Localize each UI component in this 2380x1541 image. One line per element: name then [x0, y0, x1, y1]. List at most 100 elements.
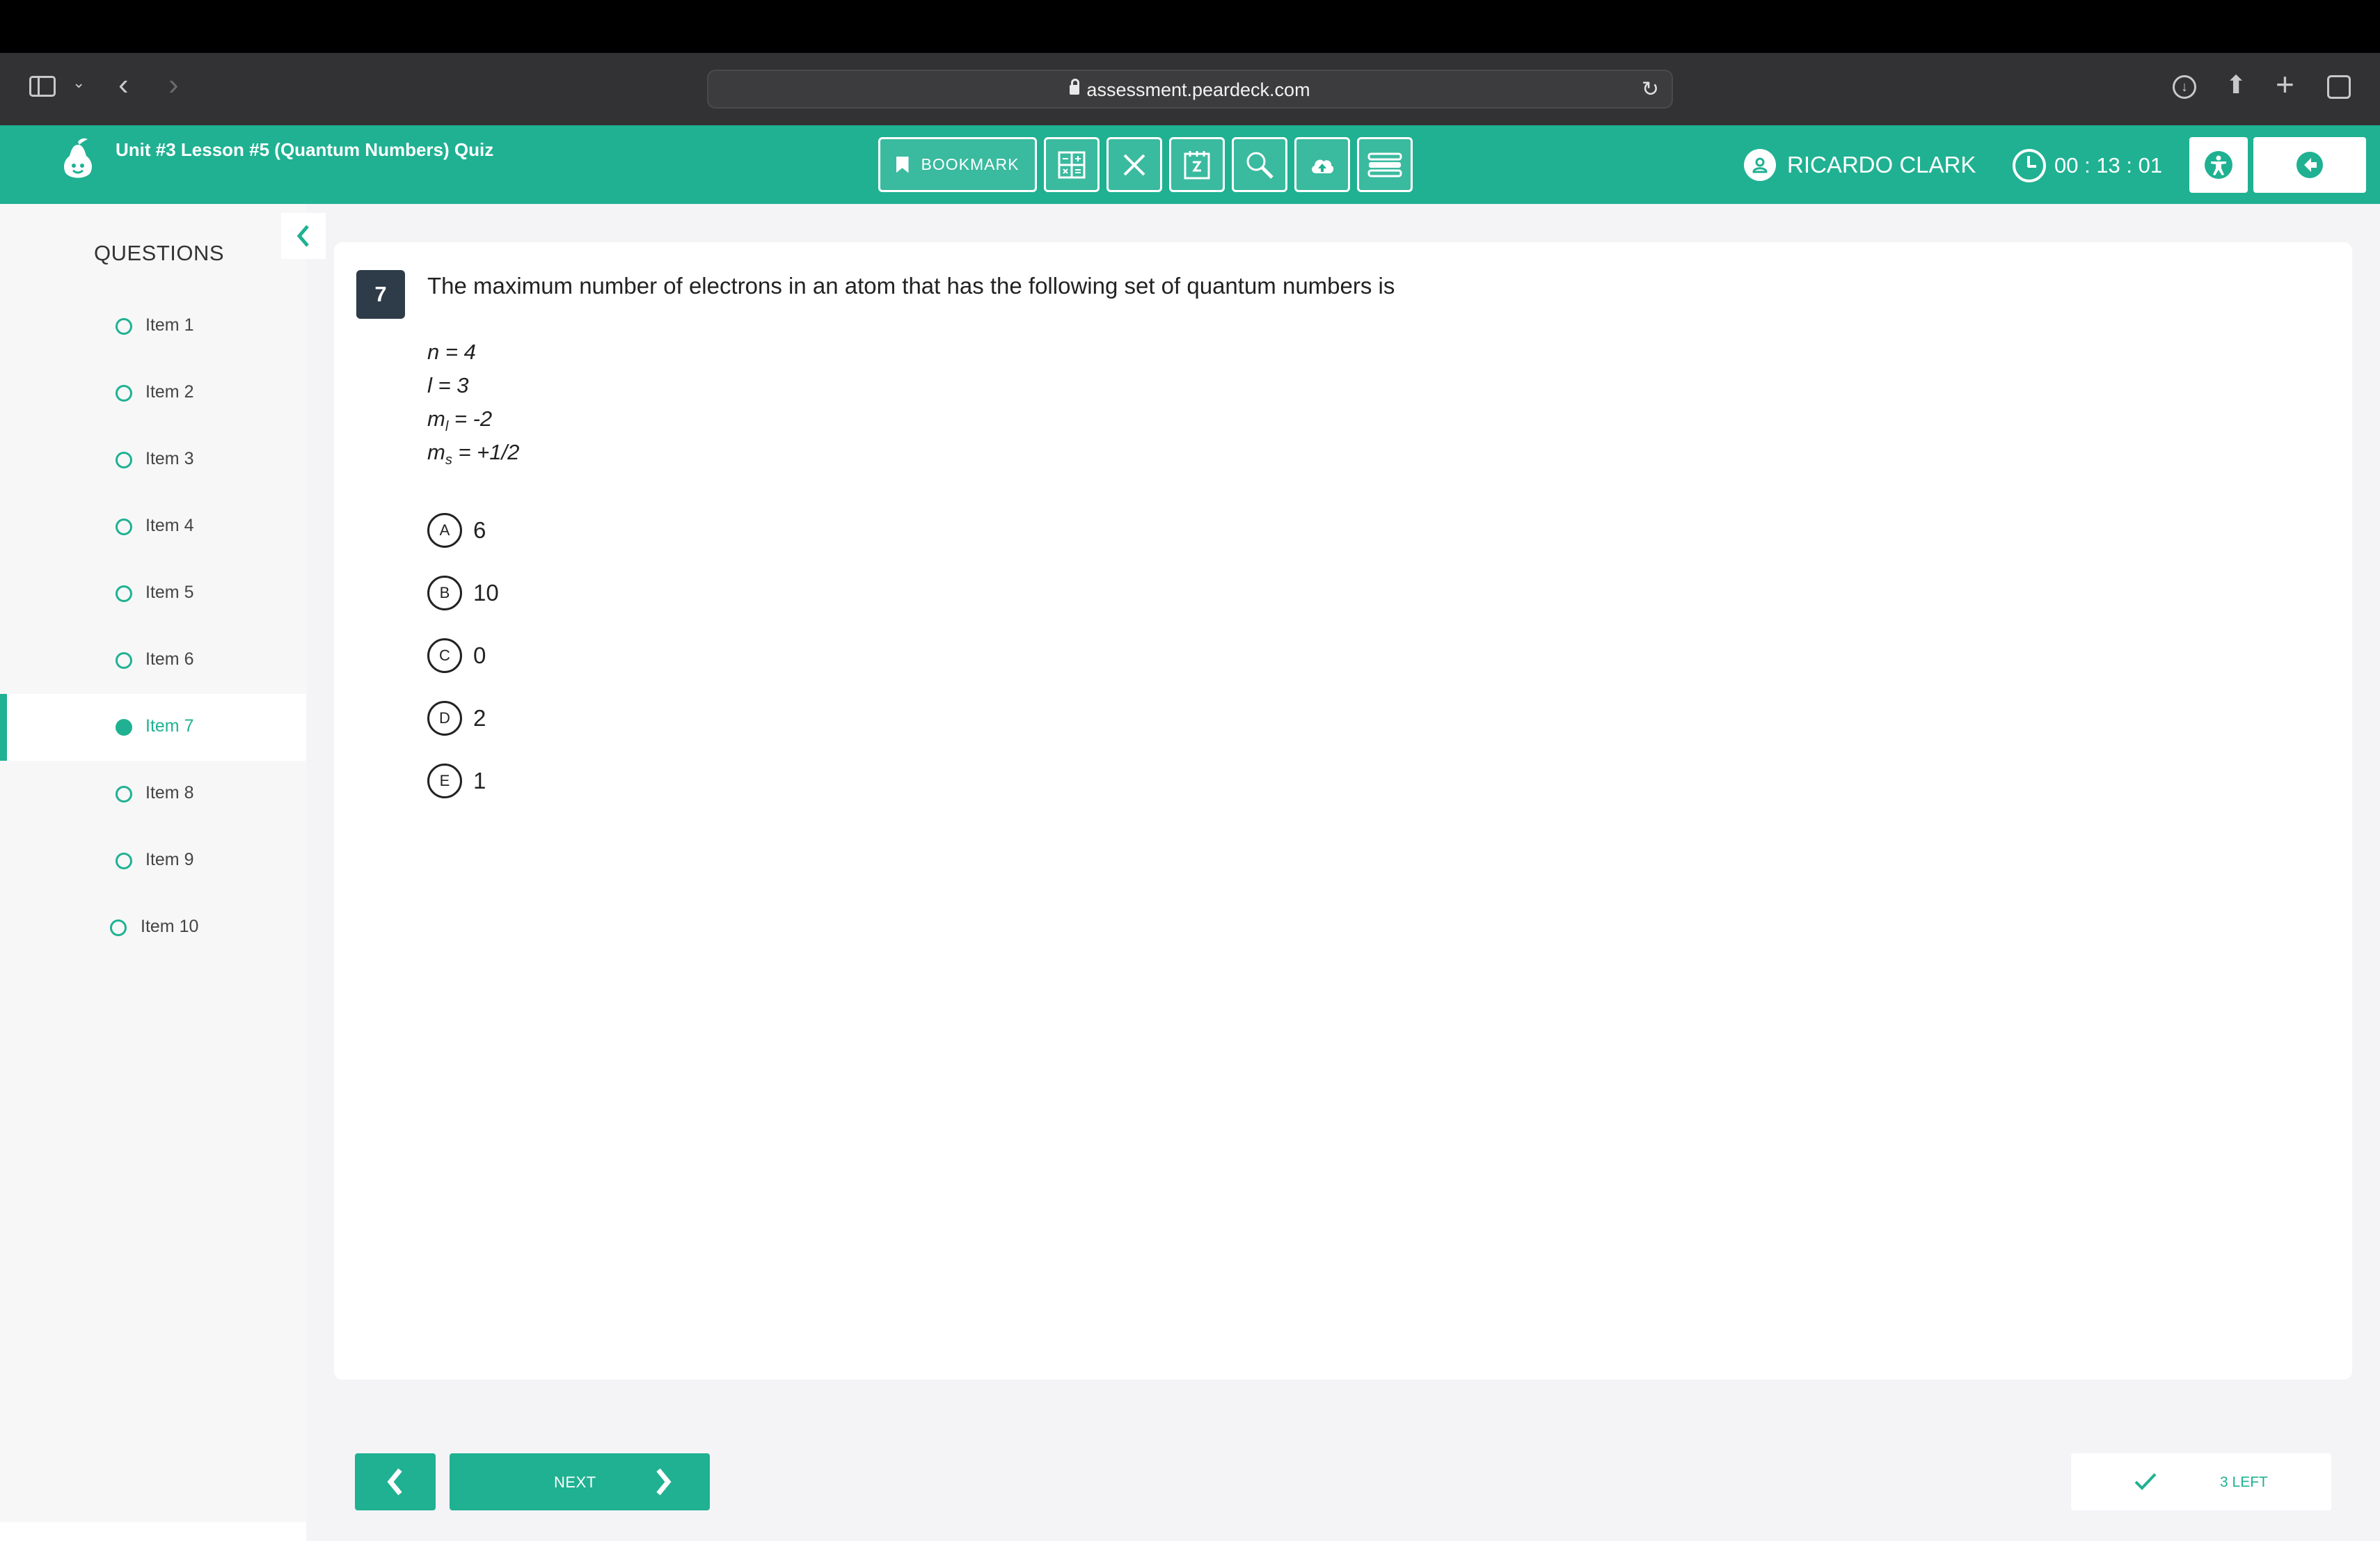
- user-icon: [1744, 149, 1776, 181]
- option-text: 1: [473, 768, 486, 793]
- sidebar-item-5[interactable]: Item 5: [0, 560, 306, 627]
- bookmark-icon: [896, 156, 909, 173]
- qn-value: = -2: [448, 406, 493, 431]
- bookmark-label: BOOKMARK: [921, 155, 1020, 173]
- line-reader-icon: [1367, 152, 1402, 177]
- option-text: 0: [473, 642, 486, 668]
- sidebar-footer: [0, 1522, 306, 1541]
- answer-option-a[interactable]: A6: [427, 513, 486, 548]
- address-bar[interactable]: assessment.peardeck.com ↻: [707, 70, 1673, 109]
- question-number: 7: [356, 270, 405, 319]
- sidebar-item-4[interactable]: Item 4: [0, 493, 306, 560]
- remaining-items-indicator[interactable]: 3 LEFT: [2071, 1453, 2331, 1510]
- sidebar-item-label: Item 9: [145, 850, 194, 869]
- question-text: The maximum number of electrons in an at…: [427, 273, 1395, 299]
- option-text: 10: [473, 580, 499, 606]
- search-icon: [1246, 152, 1274, 179]
- qn-symbol: l: [427, 373, 432, 397]
- qn-value: = +1/2: [452, 440, 520, 464]
- checkmark-icon: [2134, 1473, 2157, 1490]
- accessibility-icon: [2205, 151, 2232, 179]
- line-reader-button[interactable]: [1357, 137, 1413, 192]
- sidebar-item-6[interactable]: Item 6: [0, 627, 306, 694]
- lock-icon: [1070, 78, 1080, 95]
- sidebar-item-label: Item 10: [141, 917, 199, 936]
- status-dot-icon: [116, 452, 132, 468]
- option-letter: B: [427, 576, 462, 610]
- magnifier-button[interactable]: [1232, 137, 1287, 192]
- accessibility-button[interactable]: [2189, 137, 2248, 193]
- option-text: 6: [473, 517, 486, 543]
- qn-subscript: s: [445, 452, 452, 468]
- sidebar-item-9[interactable]: Item 9: [0, 828, 306, 894]
- bookmark-button[interactable]: BOOKMARK: [878, 137, 1037, 192]
- eliminator-button[interactable]: [1106, 137, 1162, 192]
- close-icon: [1123, 154, 1145, 175]
- url-text: assessment.peardeck.com: [1086, 79, 1310, 100]
- sidebar-item-10[interactable]: Item 10: [0, 894, 306, 961]
- quiz-title: Unit #3 Lesson #5 (Quantum Numbers) Quiz: [116, 139, 494, 160]
- sidebar-item-label: Item 4: [145, 516, 194, 535]
- sidebar-item-label: Item 8: [145, 783, 194, 803]
- status-dot-icon: [116, 385, 132, 402]
- share-icon[interactable]: ⬆: [2226, 72, 2246, 97]
- status-dot-icon: [116, 719, 132, 736]
- back-icon[interactable]: ‹: [118, 70, 129, 100]
- status-dot-icon: [116, 585, 132, 602]
- next-label: NEXT: [554, 1473, 596, 1491]
- question-card: [334, 242, 2352, 1380]
- top-bar: [0, 0, 2380, 53]
- collapse-sidebar-button[interactable]: [281, 213, 326, 259]
- save-button[interactable]: [1294, 137, 1350, 192]
- status-dot-icon: [116, 652, 132, 669]
- sidebar-item-3[interactable]: Item 3: [0, 427, 306, 493]
- option-letter: D: [427, 701, 462, 736]
- option-letter: E: [427, 764, 462, 798]
- sidebar-item-label: Item 1: [145, 315, 194, 335]
- new-tab-icon[interactable]: +: [2276, 68, 2294, 100]
- user-info: RICARDO CLARK: [1744, 149, 1976, 181]
- chevron-down-icon[interactable]: ⌄: [72, 75, 85, 90]
- answer-option-b[interactable]: B 10: [427, 576, 499, 610]
- notepad-button[interactable]: [1169, 137, 1225, 192]
- answer-option-c[interactable]: C0: [427, 638, 486, 673]
- timer: 00 : 13 : 01: [2013, 149, 2162, 182]
- sidebar-toggle-icon[interactable]: [29, 76, 56, 97]
- qn-symbol: n: [427, 340, 440, 364]
- answer-option-e[interactable]: E1: [427, 764, 486, 798]
- sidebar-item-2[interactable]: Item 2: [0, 360, 306, 427]
- status-dot-icon: [116, 786, 132, 803]
- answer-option-d[interactable]: D2: [427, 701, 486, 736]
- previous-button[interactable]: [355, 1453, 436, 1510]
- sidebar-item-label: Item 7: [145, 716, 194, 736]
- pear-deck-logo-icon: [64, 138, 92, 178]
- quantum-number-ml: ml = -2: [427, 406, 492, 435]
- remaining-label: 3 LEFT: [2220, 1474, 2268, 1490]
- notepad-icon: [1184, 150, 1210, 179]
- exit-button[interactable]: [2253, 137, 2366, 193]
- next-button[interactable]: NEXT: [450, 1453, 710, 1510]
- chevron-left-icon: [296, 225, 309, 247]
- tab-overview-icon[interactable]: [2327, 75, 2351, 99]
- status-dot-icon: [116, 519, 132, 535]
- calculator-button[interactable]: [1044, 137, 1100, 192]
- sidebar-item-1[interactable]: Item 1: [0, 293, 306, 360]
- clock-icon: [2013, 149, 2046, 182]
- sidebar-item-8[interactable]: Item 8: [0, 761, 306, 828]
- sidebar-item-7[interactable]: Item 7: [0, 694, 306, 761]
- sidebar-item-label: Item 5: [145, 583, 194, 602]
- calculator-icon: [1058, 151, 1086, 178]
- forward-icon[interactable]: ›: [168, 70, 179, 100]
- user-name: RICARDO CLARK: [1787, 152, 1976, 177]
- status-dot-icon: [116, 853, 132, 869]
- arrow-left-circle-icon: [2296, 152, 2323, 178]
- download-icon[interactable]: ↓: [2173, 75, 2196, 99]
- option-letter: A: [427, 513, 462, 548]
- reload-icon[interactable]: ↻: [1642, 79, 1659, 100]
- sidebar-item-label: Item 3: [145, 449, 194, 468]
- status-dot-icon: [116, 318, 132, 335]
- quantum-number-ms: ms = +1/2: [427, 440, 519, 468]
- qn-value: = 4: [439, 340, 476, 364]
- quantum-number-l: l = 3: [427, 373, 468, 398]
- timer-value: 00 : 13 : 01: [2054, 153, 2163, 177]
